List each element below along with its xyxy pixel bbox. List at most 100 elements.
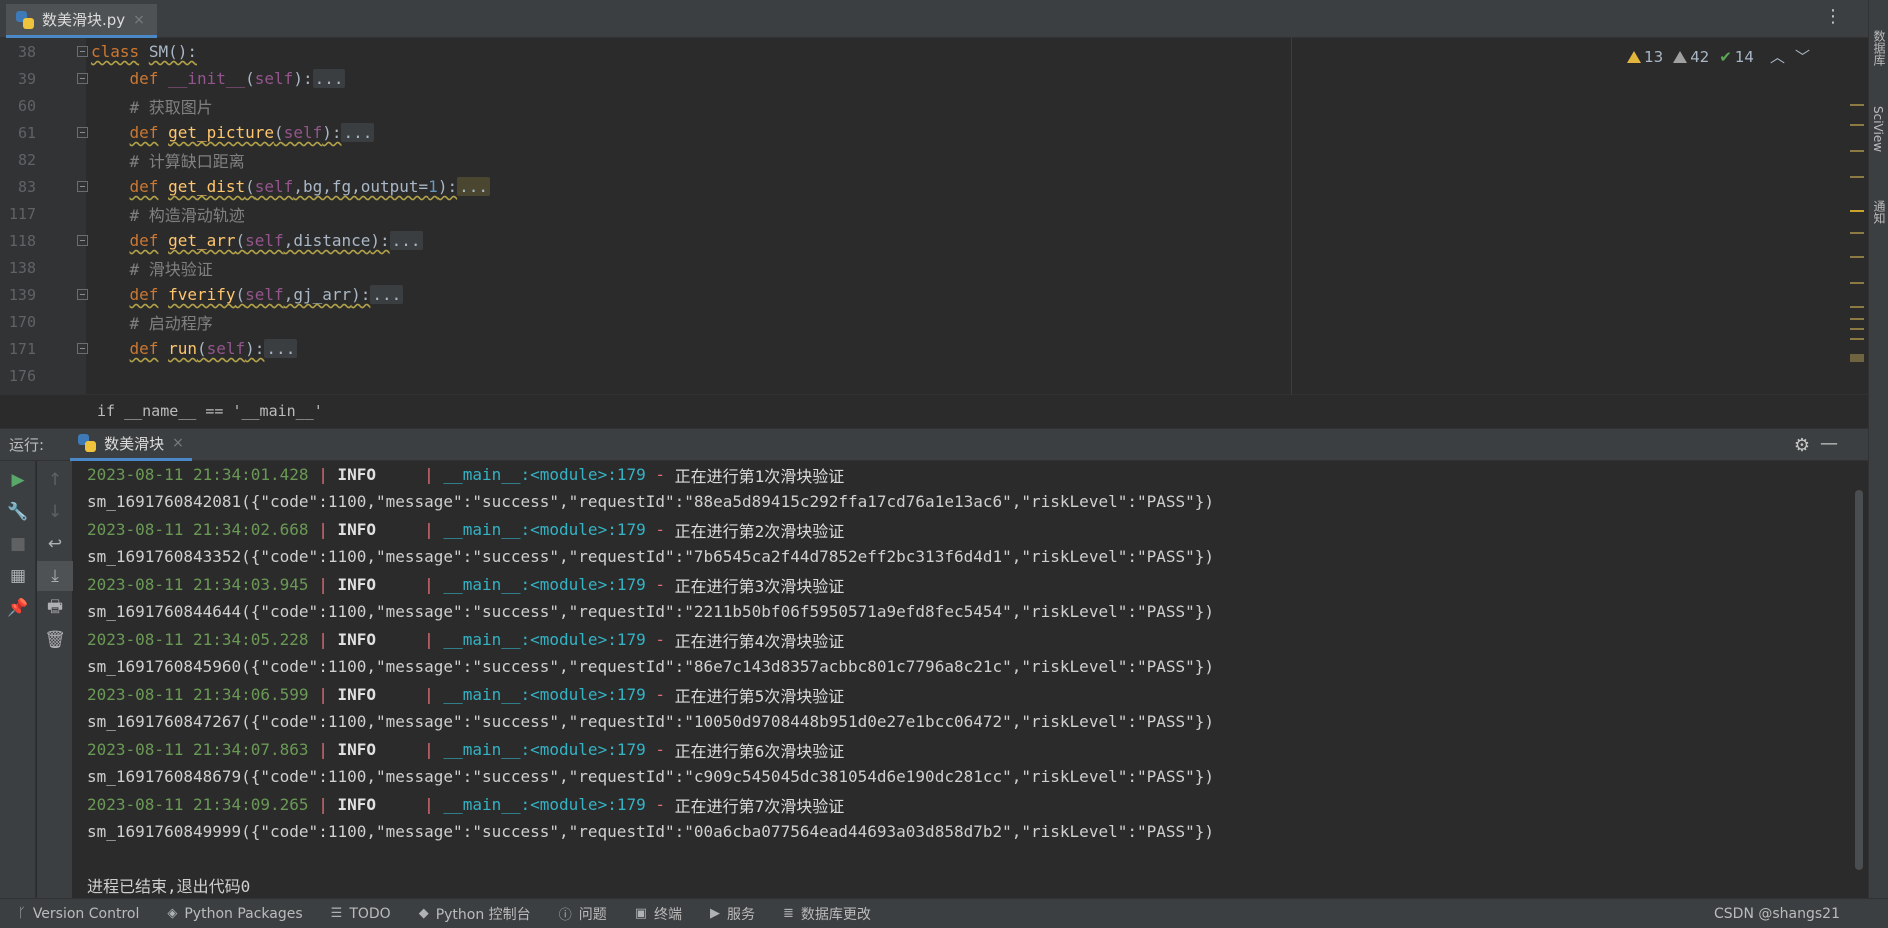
code-line[interactable]: 61 def get_picture(self):...	[0, 119, 1290, 146]
fold-icon[interactable]	[77, 73, 88, 84]
folded-block[interactable]: ...	[264, 339, 298, 358]
print-icon[interactable]: 🖶	[37, 593, 73, 623]
error-stripe-mark[interactable]	[1850, 176, 1864, 178]
folded-block[interactable]: ...	[457, 177, 490, 196]
error-stripe-mark[interactable]	[1850, 318, 1864, 320]
console-scrollbar[interactable]	[1855, 490, 1863, 870]
log-separator: -	[645, 630, 675, 649]
python-packages-button[interactable]: ◈ Python Packages	[167, 906, 302, 922]
chevron-down-icon[interactable]: ﹀	[1795, 46, 1810, 67]
python-icon	[78, 434, 97, 452]
stop-icon[interactable]: ■	[0, 529, 36, 559]
arrow-up-icon[interactable]: ↑	[37, 465, 73, 495]
error-stripe-mark[interactable]	[1850, 232, 1864, 234]
arrow-down-icon[interactable]: ↓	[37, 497, 73, 527]
sciview-tool-tab[interactable]: SciView	[1871, 106, 1885, 152]
function-name: run	[168, 339, 197, 358]
minimize-icon[interactable]: —	[1820, 433, 1838, 454]
code-line[interactable]: 118 def get_arr(self,distance):...	[0, 227, 1290, 254]
version-control-button[interactable]: ᚴ Version Control	[18, 906, 139, 922]
error-stripe-mark[interactable]	[1850, 104, 1864, 106]
console-output[interactable]: 2023-08-11 21:34:01.428 | INFO | __main_…	[74, 461, 1854, 898]
log-timestamp: 2023-08-11 21:34:05.228	[87, 630, 309, 649]
fold-icon[interactable]	[77, 181, 88, 192]
folded-block[interactable]: ...	[341, 123, 375, 142]
editor-tab-shumei[interactable]: 数美滑块.py ×	[6, 4, 157, 38]
folded-block[interactable]: ...	[370, 285, 404, 304]
close-icon[interactable]: ×	[133, 12, 145, 28]
error-stripe-mark[interactable]	[1850, 124, 1864, 126]
error-stripe-mark[interactable]	[1850, 338, 1864, 340]
scroll-to-end-icon[interactable]: ⤓	[37, 561, 73, 591]
warning-count[interactable]: 13	[1627, 48, 1663, 66]
terminal-button[interactable]: ▣ 终端	[635, 904, 682, 924]
weak-warning-count[interactable]: 42	[1673, 48, 1709, 66]
fold-icon[interactable]	[77, 235, 88, 246]
services-button[interactable]: ▶ 服务	[710, 904, 755, 924]
info-icon: ⓘ	[558, 908, 572, 923]
log-module: __main__:<module>:179	[443, 465, 646, 484]
notifications-tool-tab[interactable]: 通知	[1871, 200, 1888, 224]
database-tool-tab[interactable]: 数据库	[1871, 30, 1888, 66]
code-line[interactable]: 176	[0, 362, 1290, 389]
inspection-widget[interactable]: 13 42 ✔ 14 ︿ ﹀	[1627, 46, 1810, 67]
code-editor[interactable]: 13 42 ✔ 14 ︿ ﹀ 38 class SM(): 39 def __in…	[0, 38, 1868, 426]
log-module: __main__:<module>:179	[443, 575, 646, 594]
wrench-icon[interactable]: 🔧	[0, 497, 36, 527]
fold-icon[interactable]	[77, 127, 88, 138]
python-console-button[interactable]: ◆ Python 控制台	[419, 904, 531, 924]
number: 1	[428, 177, 438, 196]
close-icon[interactable]: ×	[172, 435, 184, 451]
fold-icon[interactable]	[77, 343, 88, 354]
code-line[interactable]: 60 # 获取图片	[0, 92, 1290, 119]
error-stripe-mark[interactable]	[1850, 306, 1864, 308]
error-stripe-mark[interactable]	[1850, 210, 1864, 212]
log-line: 2023-08-11 21:34:03.945 | INFO | __main_…	[87, 571, 844, 598]
log-separator: |	[376, 740, 444, 759]
code-line[interactable]: 171 def run(self):...	[0, 335, 1290, 362]
error-stripe-mark[interactable]	[1850, 282, 1864, 284]
pin-icon[interactable]: 📌	[0, 593, 36, 623]
gear-icon[interactable]: ⚙	[1794, 435, 1810, 456]
more-options-icon[interactable]: ⋮	[1824, 8, 1842, 26]
run-tab-shumei[interactable]: 数美滑块 ×	[70, 428, 192, 461]
paren: (	[245, 177, 255, 196]
fold-icon[interactable]	[77, 46, 88, 57]
folded-block[interactable]: ...	[389, 231, 423, 250]
keyword: def	[129, 231, 159, 250]
log-level: INFO	[337, 795, 376, 814]
error-stripe-mark[interactable]	[1850, 354, 1864, 362]
trash-icon[interactable]: 🗑	[37, 625, 73, 655]
problems-button[interactable]: ⓘ 问题	[559, 904, 607, 924]
folded-block[interactable]: ...	[312, 69, 346, 88]
code-line[interactable]: 38 class SM():	[0, 38, 1290, 65]
log-separator: -	[645, 465, 675, 484]
error-stripe-mark[interactable]	[1850, 150, 1864, 152]
code-line[interactable]: 139 def fverify(self,gj_arr):...	[0, 281, 1290, 308]
rerun-icon[interactable]: ▶	[0, 465, 36, 495]
log-message: 正在进行第7次滑块验证	[674, 796, 845, 816]
code-line[interactable]: 138 # 滑块验证	[0, 254, 1290, 281]
code-line[interactable]: 83 def get_dist(self,bg,fg,output=1):...	[0, 173, 1290, 200]
code-line[interactable]: 82 # 计算缺口距离	[0, 146, 1290, 173]
breadcrumb[interactable]: if __name__ == '__main__'	[0, 394, 1868, 426]
soft-wrap-icon[interactable]: ↩	[37, 529, 73, 559]
log-separator: |	[376, 465, 444, 484]
error-stripe-mark[interactable]	[1850, 328, 1864, 330]
function-name: __init__	[168, 69, 246, 88]
fold-icon[interactable]	[77, 289, 88, 300]
log-timestamp: 2023-08-11 21:34:09.265	[87, 795, 309, 814]
editor-tab-bar: 数美滑块.py × ⋮	[0, 0, 1868, 38]
chevron-up-icon[interactable]: ︿	[1770, 46, 1785, 67]
layout-icon[interactable]: ▦	[0, 561, 36, 591]
code-line[interactable]: 117 # 构造滑动轨迹	[0, 200, 1290, 227]
error-stripe-mark[interactable]	[1850, 256, 1864, 258]
log-module: __main__:<module>:179	[443, 795, 646, 814]
class-name: SM():	[148, 42, 197, 61]
todo-button[interactable]: ☰ TODO	[331, 906, 391, 922]
comment: # 启动程序	[129, 313, 213, 333]
code-line[interactable]: 170 # 启动程序	[0, 308, 1290, 335]
ok-count[interactable]: ✔ 14	[1719, 48, 1754, 66]
code-line[interactable]: 39 def __init__(self):...	[0, 65, 1290, 92]
database-changes-button[interactable]: ≣ 数据库更改	[783, 904, 871, 924]
